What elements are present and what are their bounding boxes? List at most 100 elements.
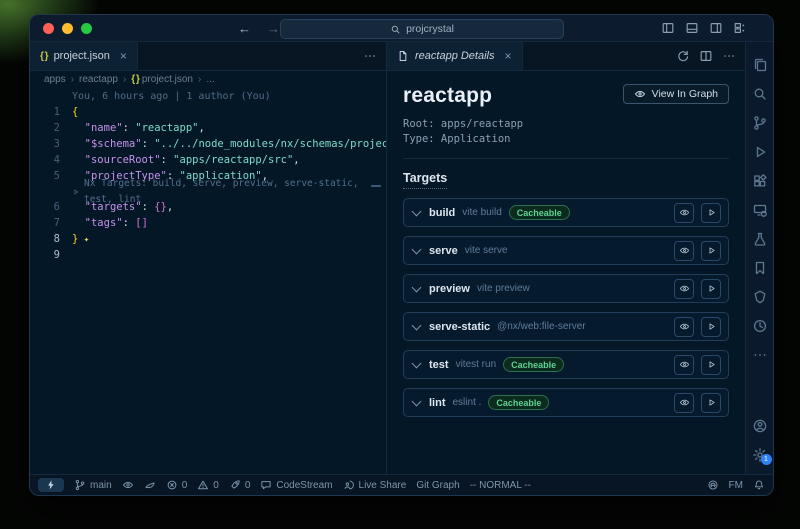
ellipsis-icon[interactable] — [363, 49, 377, 63]
traffic-lights — [30, 23, 92, 34]
status-item-lightning[interactable] — [38, 478, 64, 492]
run-target-button[interactable] — [701, 241, 721, 261]
activity-search[interactable] — [748, 79, 772, 108]
status-item-eye[interactable] — [122, 479, 134, 491]
activity-gitlens[interactable] — [748, 282, 772, 311]
activity-timeline[interactable] — [748, 311, 772, 340]
run-target-button[interactable] — [701, 203, 721, 223]
split-icon[interactable] — [699, 49, 713, 63]
tab-reactapp-details[interactable]: reactapp Details × — [387, 42, 523, 70]
activity-git-branch[interactable] — [748, 108, 772, 137]
close-window-button[interactable] — [43, 23, 54, 34]
activity-run-debug[interactable] — [748, 137, 772, 166]
activity-bookmark[interactable] — [748, 253, 772, 282]
breadcrumb-item[interactable]: ... — [206, 74, 214, 85]
code-editor[interactable]: You, 6 hours ago | 1 author (You)1{2 "na… — [30, 88, 386, 475]
code-line[interactable]: 2 "name": "reactapp", — [30, 120, 386, 136]
run-target-button[interactable] — [701, 393, 721, 413]
status-item-0[interactable]: 0 — [229, 479, 251, 491]
target-row-serve[interactable]: servevite serve — [403, 236, 729, 265]
code-line[interactable]: 3 "$schema": "../../node_modules/nx/sche… — [30, 136, 386, 152]
run-target-button[interactable] — [701, 317, 721, 337]
ellipsis-icon[interactable] — [722, 49, 736, 63]
chevron-down-icon[interactable] — [412, 282, 422, 292]
code-line[interactable]: 4 "sourceRoot": "apps/reactapp/src", — [30, 152, 386, 168]
breadcrumb-item[interactable]: apps — [44, 74, 66, 85]
back-icon[interactable]: ← — [238, 21, 251, 36]
chevron-down-icon[interactable] — [412, 396, 422, 406]
target-row-preview[interactable]: previewvite preview — [403, 274, 729, 303]
close-icon[interactable]: × — [505, 49, 512, 63]
view-target-button[interactable] — [674, 203, 694, 223]
status-item-codestream[interactable]: CodeStream — [260, 479, 332, 491]
status-item-0[interactable]: 0 — [197, 479, 219, 491]
target-row-serve-static[interactable]: serve-static@nx/web:file-server — [403, 312, 729, 341]
panel-right-icon[interactable] — [709, 21, 723, 35]
breadcrumb-item[interactable]: { }project.json — [131, 74, 193, 85]
view-target-button[interactable] — [674, 355, 694, 375]
status-item-main[interactable]: main — [74, 479, 112, 491]
chevron-down-icon[interactable] — [412, 244, 422, 254]
activity-beaker[interactable] — [748, 224, 772, 253]
status-item-normal[interactable]: -- NORMAL -- — [470, 480, 531, 491]
eye-icon — [634, 88, 646, 100]
chevron-down-icon[interactable] — [412, 320, 422, 330]
code-line[interactable]: 7 "tags": [] — [30, 215, 386, 231]
activity-bar: 1 — [746, 42, 773, 475]
status-item-0[interactable]: 0 — [166, 479, 188, 491]
chevron-down-icon[interactable] — [412, 206, 422, 216]
project-type: Type: Application — [403, 132, 729, 147]
status-item-bell[interactable] — [753, 479, 765, 491]
activity-account[interactable] — [748, 411, 772, 440]
minimize-window-button[interactable] — [62, 23, 73, 34]
status-label: main — [90, 480, 112, 491]
chevron-down-icon[interactable] — [412, 358, 422, 368]
breadcrumb-separator: › — [123, 74, 126, 85]
breadcrumb-separator: › — [198, 74, 201, 85]
code-text: "name": "reactapp", — [72, 120, 205, 136]
panel-bottom-icon[interactable] — [685, 21, 699, 35]
run-target-button[interactable] — [701, 279, 721, 299]
breadcrumb: apps › reactapp › { }project.json ›... — [30, 71, 386, 88]
code-line[interactable]: 8} ✦ — [30, 231, 386, 247]
status-item-live-share[interactable]: Live Share — [343, 479, 407, 491]
breadcrumb-item[interactable]: reactapp — [79, 74, 118, 85]
code-line[interactable]: 1{ — [30, 104, 386, 120]
targets-heading: Targets — [403, 171, 447, 189]
code-line[interactable]: 9 — [30, 247, 386, 263]
target-row-test[interactable]: testvitest runCacheable — [403, 350, 729, 379]
target-row-lint[interactable]: linteslint .Cacheable — [403, 388, 729, 417]
view-target-button[interactable] — [674, 317, 694, 337]
left-editor-actions — [363, 49, 386, 63]
layout-icon[interactable] — [733, 21, 747, 35]
forward-icon[interactable]: → — [267, 21, 280, 36]
maximize-window-button[interactable] — [81, 23, 92, 34]
status-item-git-graph[interactable]: Git Graph — [416, 480, 459, 491]
code-text: } ✦ — [72, 231, 89, 247]
command-center-search[interactable]: projcrystal — [280, 19, 564, 39]
breadcrumb-separator: › — [71, 74, 74, 85]
activity-files[interactable] — [748, 50, 772, 79]
activity-remote[interactable] — [748, 195, 772, 224]
refresh-icon[interactable] — [676, 49, 690, 63]
panel-left-icon[interactable] — [661, 21, 675, 35]
activity-ellipsis[interactable] — [748, 340, 772, 369]
activity-settings[interactable]: 1 — [748, 440, 772, 469]
view-target-button[interactable] — [674, 241, 694, 261]
status-item-pretzel[interactable] — [707, 479, 719, 491]
view-in-graph-button[interactable]: View In Graph — [623, 84, 729, 104]
nx-targets-codelens[interactable]: Nx Targets: build, serve, preview, serve… — [30, 184, 386, 199]
view-target-button[interactable] — [674, 393, 694, 413]
status-item-fm[interactable]: FM — [729, 480, 743, 491]
status-bar: main000CodeStreamLive ShareGit Graph-- N… — [30, 474, 773, 495]
activity-extensions[interactable] — [748, 166, 772, 195]
close-icon[interactable]: × — [120, 49, 127, 63]
workbench: { } project.json × apps › reactapp › { }proj… — [30, 42, 773, 475]
view-target-button[interactable] — [674, 279, 694, 299]
run-target-button[interactable] — [701, 355, 721, 375]
editor-group-right: reactapp Details × reactapp View In Grap… — [387, 42, 746, 475]
tab-project-json[interactable]: { } project.json × — [30, 42, 138, 70]
target-row-build[interactable]: buildvite buildCacheable — [403, 198, 729, 227]
project-title: reactapp — [403, 84, 492, 108]
status-item-bird[interactable] — [144, 479, 156, 491]
